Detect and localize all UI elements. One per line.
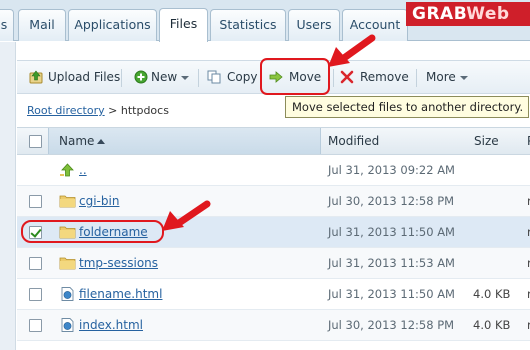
file-modified: Jul 30, 2013 12:58 PM	[328, 318, 455, 332]
move-button-highlight	[260, 58, 330, 95]
html-file-icon	[61, 318, 74, 332]
tab-label: Applications	[74, 17, 151, 32]
select-all-checkbox[interactable]	[29, 135, 42, 148]
watermark-part2: Web	[466, 4, 510, 24]
row-checkbox[interactable]	[29, 319, 42, 332]
upload-label: Upload Files	[48, 70, 121, 84]
plus-icon	[134, 70, 148, 84]
up-folder-icon	[60, 163, 74, 177]
file-name-link[interactable]: index.html	[79, 310, 143, 341]
upload-icon	[29, 70, 43, 84]
folder-icon	[59, 257, 76, 270]
chevron-down-icon	[459, 75, 468, 80]
file-name-link[interactable]: cgi-bin	[79, 186, 119, 217]
table-row[interactable]: index.html Jul 30, 2013 12:58 PM 4.0 KB …	[17, 310, 530, 341]
table-row[interactable]: .. Jul 31, 2013 09:22 AM	[17, 155, 530, 186]
file-modified: Jul 31, 2013 11:50 AM	[328, 225, 455, 239]
tab-files[interactable]: Files	[159, 8, 208, 42]
column-modified-header[interactable]: Modified	[328, 128, 379, 154]
breadcrumb-root-link[interactable]: Root directory	[27, 104, 105, 117]
breadcrumb-current: httpdocs	[120, 104, 169, 117]
toolbar-divider	[333, 69, 334, 87]
row-checkbox[interactable]	[29, 195, 42, 208]
column-size-header[interactable]: Size	[474, 128, 499, 154]
new-label: New	[151, 70, 178, 84]
copy-icon	[207, 70, 221, 84]
file-name-link[interactable]: tmp-sessions	[79, 248, 158, 279]
tab-statistics[interactable]: Statistics	[210, 9, 286, 41]
file-modified: Jul 31, 2013 09:22 AM	[328, 163, 455, 177]
column-name-label: Name	[59, 134, 95, 148]
file-name-link[interactable]: filename.html	[79, 279, 162, 310]
table-row[interactable]: cgi-bin Jul 30, 2013 12:58 PM r	[17, 186, 530, 217]
breadcrumb-separator: >	[108, 104, 118, 117]
sort-ascending-icon	[97, 139, 106, 144]
tab-mail[interactable]: Mail	[18, 9, 66, 41]
file-modified: Jul 31, 2013 11:50 AM	[328, 287, 455, 301]
tab-applications[interactable]: Applications	[68, 9, 157, 41]
file-table-header: Name Modified Size P	[17, 127, 530, 155]
file-modified: Jul 30, 2013 12:58 PM	[328, 194, 455, 208]
file-name-link[interactable]: ..	[79, 155, 87, 186]
tab-label: s	[0, 17, 8, 32]
copy-label: Copy	[227, 70, 258, 84]
breadcrumb: Root directory > httpdocs	[27, 104, 169, 117]
file-size: 4.0 KB	[473, 318, 511, 332]
folder-icon	[59, 195, 76, 208]
toolbar-divider	[198, 69, 199, 87]
table-row[interactable]: filename.html Jul 31, 2013 11:50 AM 4.0 …	[17, 279, 530, 310]
file-size: 4.0 KB	[473, 287, 511, 301]
left-gutter	[0, 42, 16, 350]
column-name-header[interactable]: Name	[48, 128, 321, 154]
column-size-label: Size	[474, 134, 499, 148]
move-pointer-arrow-icon	[328, 34, 376, 67]
file-modified: Jul 31, 2013 11:53 AM	[328, 256, 455, 270]
more-label: More	[426, 70, 456, 84]
tab-label: Statistics	[219, 17, 277, 32]
toolbar-divider	[416, 69, 417, 87]
row-checkbox[interactable]	[29, 288, 42, 301]
tab-partial[interactable]: s	[0, 9, 14, 41]
watermark-part1: GRAB	[412, 4, 467, 24]
html-file-icon	[61, 287, 74, 301]
folder-pointer-arrow-icon	[162, 200, 211, 231]
table-row[interactable]: tmp-sessions Jul 31, 2013 11:53 AM r	[17, 248, 530, 279]
toolbar-divider	[121, 69, 122, 87]
chevron-down-icon	[181, 75, 190, 80]
upload-files-button[interactable]: Upload Files	[27, 61, 120, 93]
remove-label: Remove	[360, 70, 409, 84]
column-modified-label: Modified	[328, 134, 380, 148]
new-button[interactable]: New	[132, 61, 190, 93]
tab-label: Files	[169, 16, 198, 31]
copy-button[interactable]: Copy	[207, 61, 257, 93]
watermark-logo: GRABWeb	[406, 2, 530, 26]
more-button[interactable]: More	[426, 61, 468, 93]
tab-label: Mail	[29, 17, 55, 32]
remove-x-icon	[340, 70, 354, 84]
foldername-highlight	[21, 220, 164, 243]
move-tooltip: Move selected files to another directory…	[285, 96, 529, 118]
tooltip-text: Move selected files to another directory…	[292, 100, 524, 114]
row-checkbox[interactable]	[29, 257, 42, 270]
